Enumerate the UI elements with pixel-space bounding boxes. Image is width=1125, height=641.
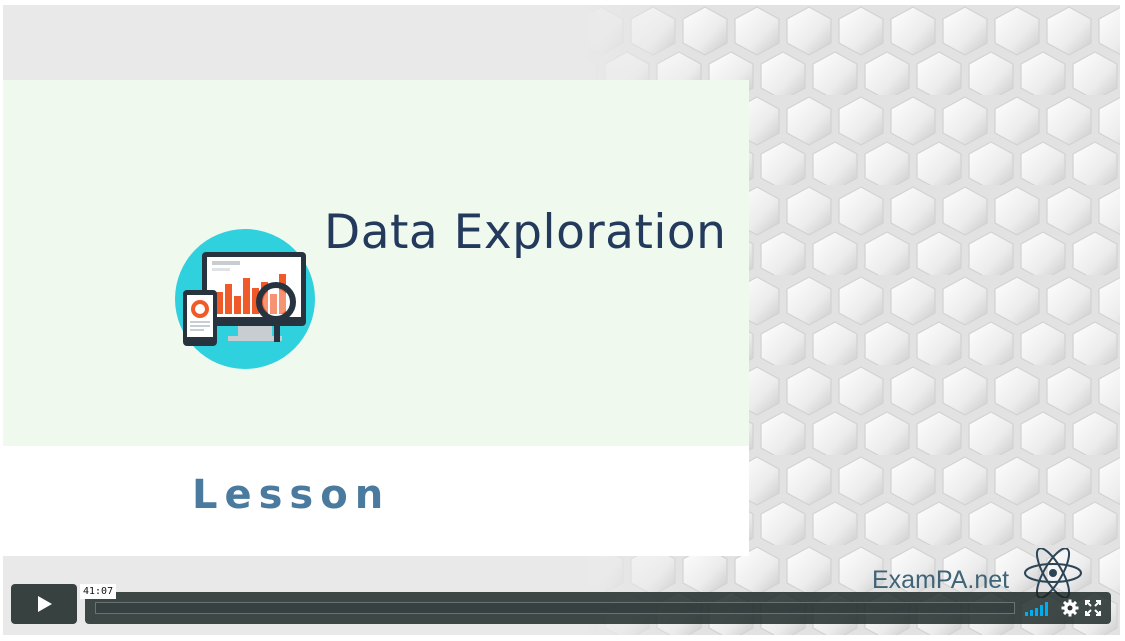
slide-title-panel — [3, 80, 749, 446]
gear-icon[interactable] — [1061, 599, 1079, 617]
duration-badge: 41:07 — [80, 584, 117, 599]
fullscreen-icon[interactable] — [1085, 600, 1101, 616]
slide-subtitle: Lesson — [192, 472, 391, 518]
play-icon — [38, 596, 52, 612]
progress-bar[interactable] — [95, 602, 1015, 614]
volume-bars-icon[interactable] — [1025, 600, 1051, 616]
player-control-bar — [85, 592, 1111, 624]
video-player[interactable] — [3, 5, 1120, 635]
play-button[interactable] — [11, 584, 77, 624]
analytics-dashboard-icon — [175, 229, 315, 369]
slide-title: Data Exploration — [324, 205, 727, 260]
brand-logo-text: ExamPA.net — [872, 566, 1010, 594]
atom-logo-icon — [1024, 548, 1082, 598]
